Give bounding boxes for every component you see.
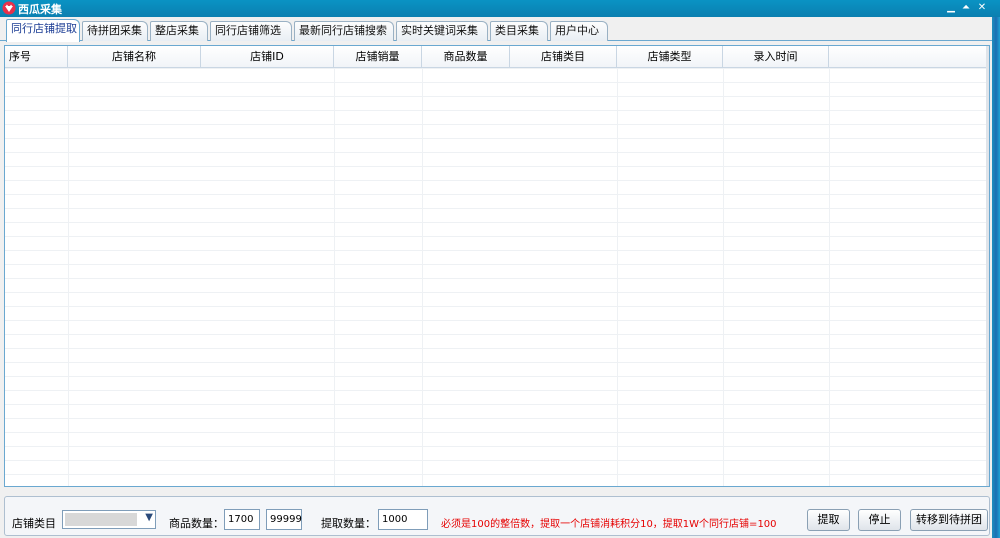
tab-user-center[interactable]: 用户中心 bbox=[550, 21, 608, 41]
minimize-icon[interactable]: ▁ bbox=[944, 0, 958, 16]
column-header-store-sales[interactable]: 店铺销量 bbox=[334, 46, 422, 68]
tab-category-collect[interactable]: 类目采集 bbox=[490, 21, 548, 41]
tab-label: 类目采集 bbox=[495, 24, 539, 37]
column-header-goods-count[interactable]: 商品数量 bbox=[422, 46, 510, 68]
column-divider bbox=[422, 68, 423, 486]
column-divider bbox=[68, 68, 69, 486]
tab-whole-store-collect[interactable]: 整店采集 bbox=[150, 21, 208, 41]
column-header-store-id[interactable]: 店铺ID bbox=[201, 46, 334, 68]
title-bar: 西瓜采集 ▁ ⏶ ✕ bbox=[0, 0, 1000, 17]
tab-label: 整店采集 bbox=[155, 24, 199, 37]
tab-pending-group-collect[interactable]: 待拼团采集 bbox=[82, 21, 148, 41]
control-panel: 店铺类目 ▼ 商品数量： 1700 99999 提取数量： 1000 必须是10… bbox=[4, 496, 990, 536]
category-select-value bbox=[65, 513, 137, 526]
column-header-store-type[interactable]: 店铺类型 bbox=[617, 46, 723, 68]
tab-peer-store-extract[interactable]: 同行店铺提取 bbox=[6, 19, 80, 42]
column-header-store-name[interactable]: 店铺名称 bbox=[68, 46, 201, 68]
extract-button[interactable]: 提取 bbox=[807, 509, 850, 531]
tab-label: 最新同行店铺搜索 bbox=[299, 24, 387, 37]
column-header-store-category[interactable]: 店铺类目 bbox=[510, 46, 617, 68]
goods-min-input[interactable]: 1700 bbox=[224, 509, 260, 530]
tab-label: 同行店铺筛选 bbox=[215, 24, 281, 37]
extract-count-label: 提取数量： bbox=[321, 517, 376, 530]
desktop-background bbox=[992, 17, 1000, 538]
column-divider bbox=[829, 68, 830, 486]
chevron-down-icon[interactable]: ▼ bbox=[145, 512, 153, 523]
close-icon[interactable]: ✕ bbox=[975, 0, 989, 16]
category-select[interactable]: ▼ bbox=[62, 510, 156, 529]
goods-max-input[interactable]: 99999 bbox=[266, 509, 302, 530]
extract-count-input[interactable]: 1000 bbox=[378, 509, 428, 530]
stop-button[interactable]: 停止 bbox=[858, 509, 901, 531]
column-divider bbox=[334, 68, 335, 486]
column-divider bbox=[617, 68, 618, 486]
goods-count-label: 商品数量： bbox=[169, 517, 224, 530]
store-table[interactable]: 序号 店铺名称 店铺ID 店铺销量 商品数量 店铺类目 店铺类型 录入时间 bbox=[4, 45, 990, 487]
vertical-scrollbar[interactable] bbox=[986, 46, 989, 486]
tab-bar: 同行店铺提取 待拼团采集 整店采集 同行店铺筛选 最新同行店铺搜索 实时关键词采… bbox=[0, 17, 992, 42]
tab-realtime-keyword-collect[interactable]: 实时关键词采集 bbox=[396, 21, 488, 41]
category-label: 店铺类目 bbox=[12, 517, 56, 530]
window-title: 西瓜采集 bbox=[18, 3, 62, 16]
column-divider bbox=[723, 68, 724, 486]
tab-label: 用户中心 bbox=[555, 24, 599, 37]
table-header: 序号 店铺名称 店铺ID 店铺销量 商品数量 店铺类目 店铺类型 录入时间 bbox=[5, 46, 989, 68]
table-body bbox=[5, 68, 989, 486]
column-header-index[interactable]: 序号 bbox=[5, 46, 68, 68]
tab-label: 待拼团采集 bbox=[87, 24, 142, 37]
tab-peer-store-filter[interactable]: 同行店铺筛选 bbox=[210, 21, 292, 41]
tab-latest-peer-store-search[interactable]: 最新同行店铺搜索 bbox=[294, 21, 394, 41]
tab-label: 同行店铺提取 bbox=[11, 22, 77, 35]
column-header-entry-time[interactable]: 录入时间 bbox=[723, 46, 829, 68]
warning-text: 必须是100的整倍数，提取一个店铺消耗积分10，提取1W个同行店铺=100 bbox=[441, 519, 777, 530]
maximize-icon[interactable]: ⏶ bbox=[959, 0, 973, 16]
tab-label: 实时关键词采集 bbox=[401, 24, 478, 37]
transfer-to-pending-group-button[interactable]: 转移到待拼团 bbox=[910, 509, 988, 531]
app-logo-icon bbox=[2, 1, 16, 15]
